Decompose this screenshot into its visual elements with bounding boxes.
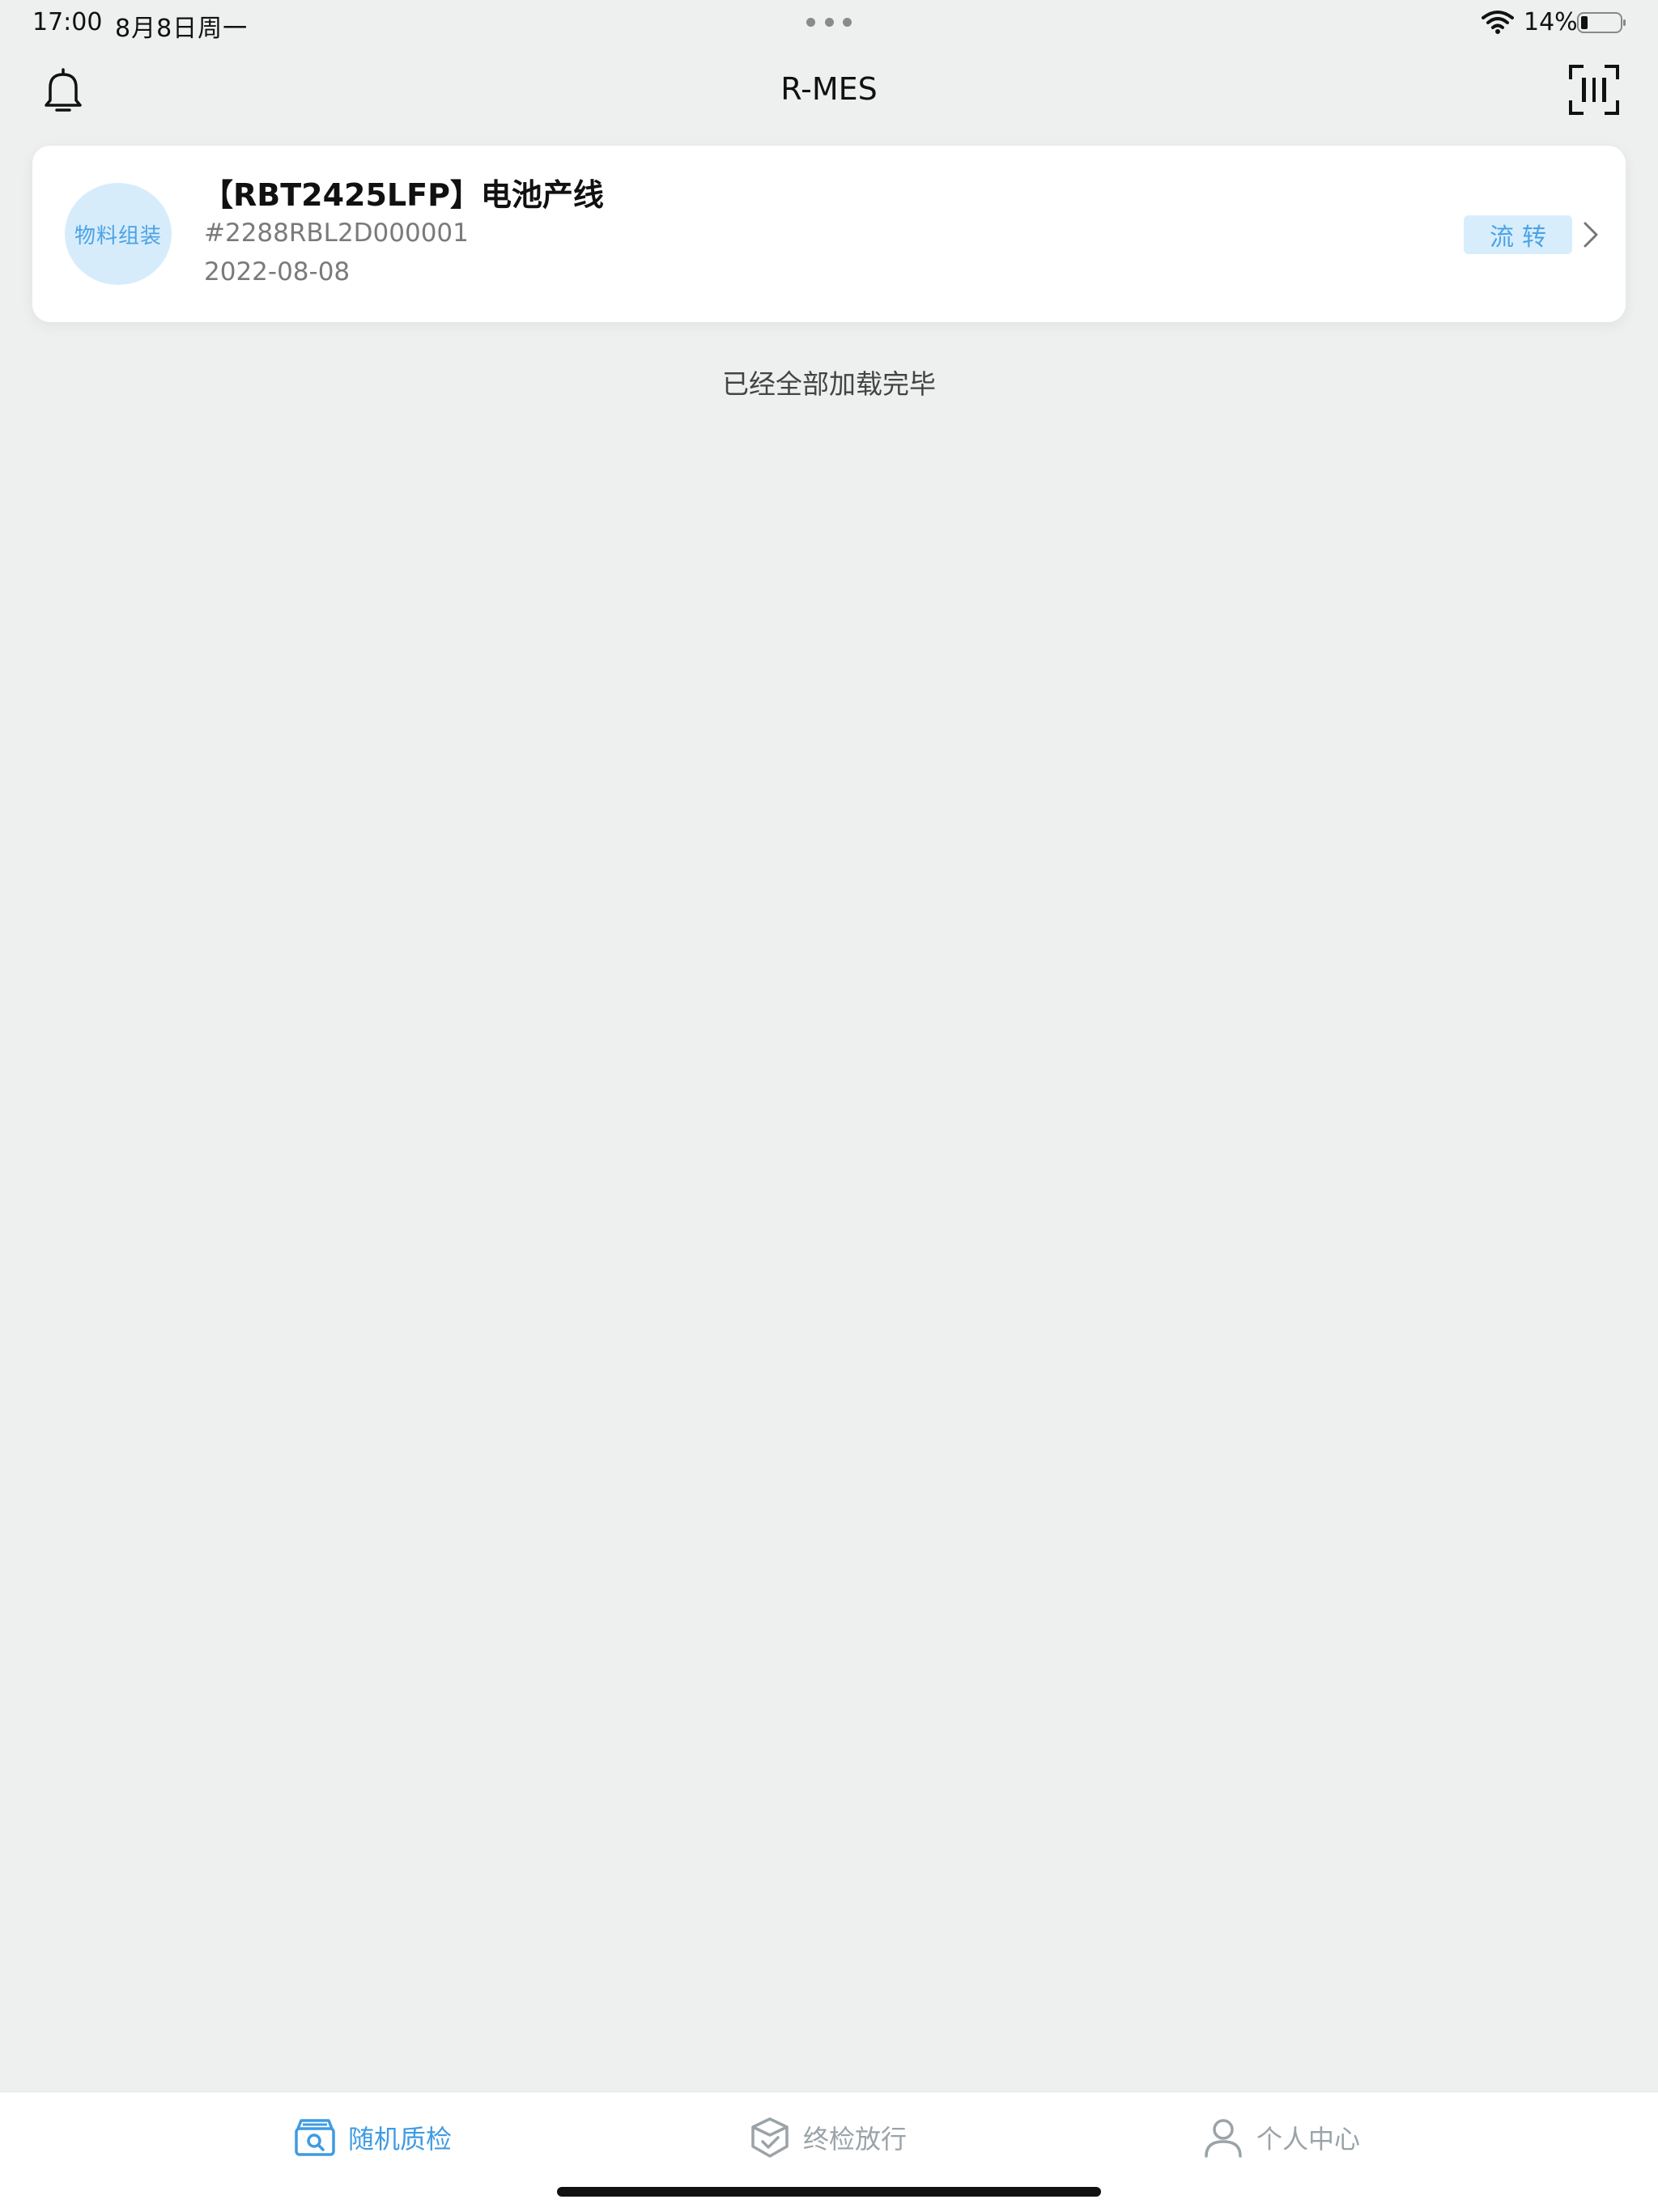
tab-random-inspection[interactable]: 随机质检 — [293, 2113, 452, 2162]
status-bar: 17:00 8月8日周一 14% — [0, 0, 1658, 45]
category-avatar: 物料组装 — [65, 183, 172, 285]
tab-final-inspection[interactable]: 终检放行 — [748, 2113, 907, 2162]
wifi-icon — [1482, 11, 1514, 34]
order-date: 2022-08-08 — [204, 257, 351, 287]
home-indicator[interactable] — [557, 2187, 1101, 2197]
inspection-box-icon — [295, 2119, 335, 2156]
chevron-right-icon[interactable] — [1580, 220, 1601, 249]
tab-label: 终检放行 — [803, 2124, 908, 2155]
status-time: 17:00 — [32, 8, 103, 36]
list-footer-text: 已经全部加载完毕 — [722, 368, 936, 400]
tab-label: 个人中心 — [1256, 2124, 1361, 2155]
multitasking-dots-icon[interactable] — [806, 18, 852, 28]
battery-percent: 14% — [1524, 8, 1578, 36]
tab-personal-center[interactable]: 个人中心 — [1201, 2113, 1360, 2162]
status-date: 8月8日周一 — [115, 15, 249, 43]
order-card[interactable]: 物料组装 【RBT2425LFP】电池产线 #2288RBL2D000001 2… — [32, 146, 1626, 322]
tab-label: 随机质检 — [348, 2124, 453, 2155]
shield-check-icon — [751, 2117, 789, 2158]
page-title: R-MES — [780, 71, 878, 107]
battery-icon — [1577, 12, 1626, 33]
order-title: 【RBT2425LFP】电池产线 — [202, 177, 604, 213]
barcode-scan-icon[interactable] — [1567, 63, 1621, 117]
person-icon — [1205, 2119, 1242, 2158]
status-badge[interactable]: 流转 — [1464, 215, 1572, 254]
nav-bar: R-MES — [0, 49, 1658, 129]
order-code: #2288RBL2D000001 — [204, 219, 469, 248]
